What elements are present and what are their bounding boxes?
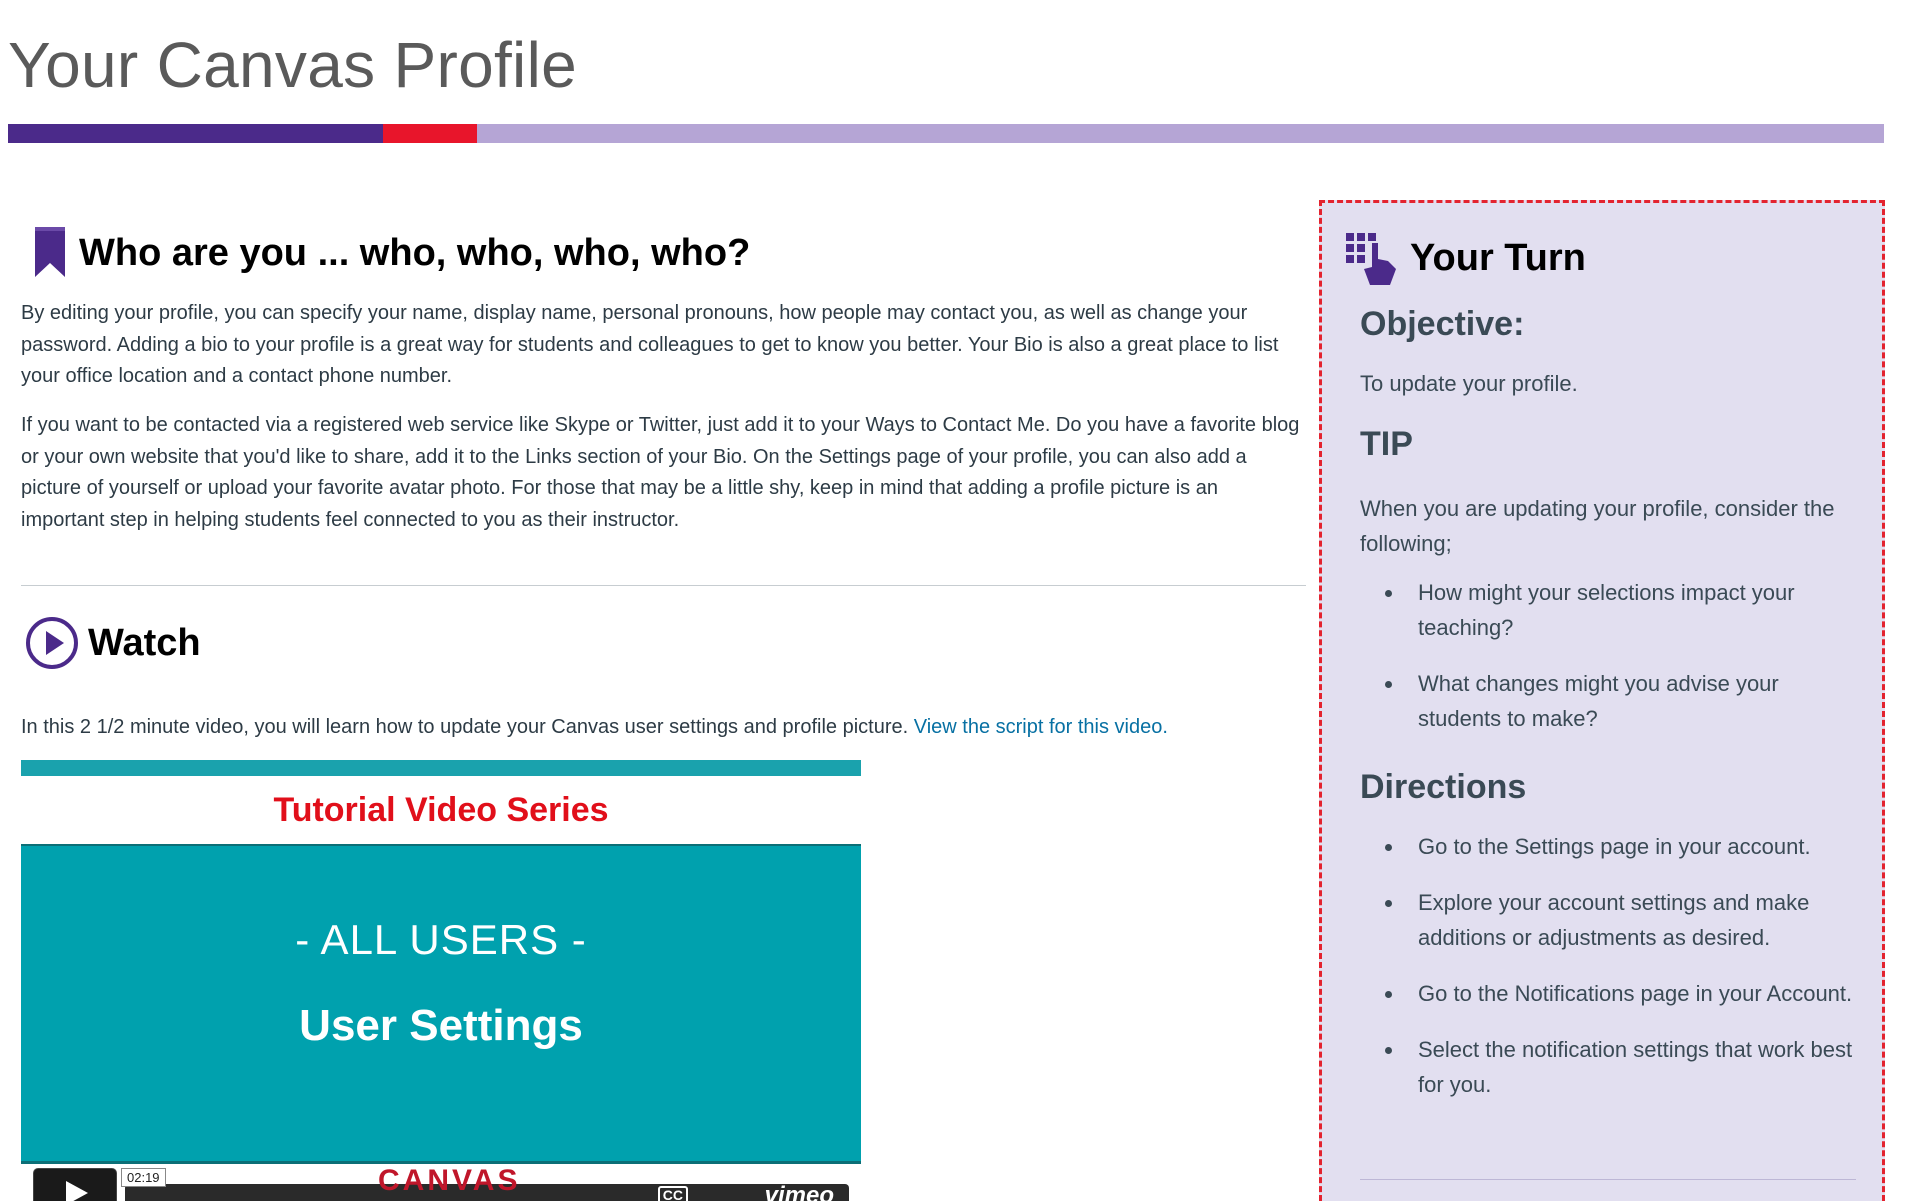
- list-item: How might your selections impact your te…: [1362, 575, 1862, 645]
- directions-heading: Directions: [1360, 768, 1527, 806]
- video-series-title: Tutorial Video Series: [21, 776, 861, 844]
- vimeo-logo[interactable]: vimeo: [765, 1182, 834, 1201]
- tip-list: How might your selections impact your te…: [1362, 575, 1862, 757]
- video-timestamp: 02:19: [121, 1168, 166, 1187]
- video-frame[interactable]: - ALL USERS - User Settings: [21, 844, 861, 1164]
- closed-captions-button[interactable]: CC: [657, 1186, 688, 1201]
- tip-text: When you are updating your profile, cons…: [1360, 496, 1835, 556]
- tip-heading: TIP: [1360, 425, 1413, 463]
- who-heading-text: Who are you ... who, who, who, who?: [79, 231, 751, 274]
- list-item: Go to the Notifications page in your Acc…: [1362, 976, 1862, 1011]
- progress-completed: [8, 124, 383, 143]
- progress-bar: [8, 124, 1884, 143]
- canvas-brand: CANVAS: [378, 1164, 521, 1197]
- bookmark-icon: [35, 227, 65, 277]
- objective-heading: Objective:: [1360, 305, 1525, 343]
- hand-grid-icon: [1346, 233, 1396, 285]
- video-topic: User Settings: [299, 1001, 583, 1050]
- list-item: Select the notification settings that wo…: [1362, 1032, 1862, 1102]
- who-paragraph-1: By editing your profile, you can specify…: [21, 302, 1279, 387]
- video-player[interactable]: Tutorial Video Series - ALL USERS - User…: [21, 760, 861, 1201]
- video-top-bar: [21, 760, 861, 776]
- play-circle-icon: [26, 617, 78, 669]
- your-turn-heading: Your Turn: [1344, 229, 1586, 287]
- who-paragraph-2: If you want to be contacted via a regist…: [21, 414, 1300, 531]
- watch-heading: Watch: [24, 615, 201, 671]
- sidebar-divider: [1360, 1179, 1856, 1180]
- objective-text: To update your profile.: [1360, 371, 1578, 396]
- who-heading: Who are you ... who, who, who, who?: [31, 225, 750, 281]
- your-turn-panel: Your Turn Objective: To update your prof…: [1319, 200, 1885, 1201]
- watch-heading-text: Watch: [88, 621, 201, 664]
- watch-intro: In this 2 1/2 minute video, you will lea…: [21, 712, 1303, 744]
- video-audience: - ALL USERS -: [295, 916, 587, 963]
- watch-intro-text: In this 2 1/2 minute video, you will lea…: [21, 716, 909, 738]
- play-button[interactable]: [33, 1168, 117, 1201]
- video-script-link[interactable]: View the script for this video.: [914, 716, 1168, 738]
- page-title: Your Canvas Profile: [8, 29, 577, 101]
- directions-list: Go to the Settings page in your account.…: [1362, 829, 1862, 1123]
- list-item: Explore your account settings and make a…: [1362, 885, 1862, 955]
- progress-current: [383, 124, 477, 143]
- section-divider: [21, 585, 1306, 586]
- list-item: Go to the Settings page in your account.: [1362, 829, 1862, 864]
- video-controls: CANVAS 02:19 CC vimeo: [33, 1164, 849, 1201]
- list-item: What changes might you advise your stude…: [1362, 666, 1862, 736]
- your-turn-heading-text: Your Turn: [1410, 236, 1586, 279]
